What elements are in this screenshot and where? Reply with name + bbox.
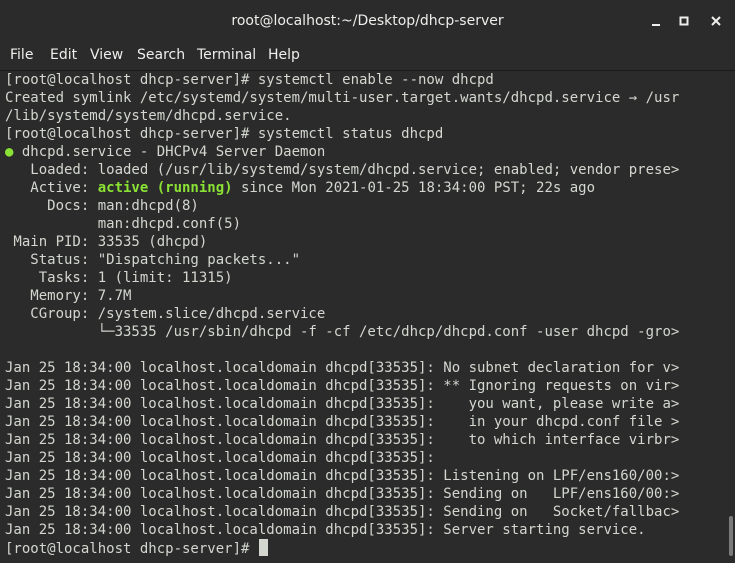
terminal-line: Created symlink /etc/systemd/system/mult… [5, 89, 725, 107]
terminal-line: Memory: 7.7M [5, 287, 725, 305]
maximize-button[interactable] [674, 12, 694, 32]
terminal-text: Jan 25 18:34:00 localhost.localdomain dh… [5, 522, 646, 538]
terminal-line: [root@localhost dhcp-server]# systemctl … [5, 125, 725, 143]
terminal-text: Jan 25 18:34:00 localhost.localdomain dh… [5, 414, 680, 430]
terminal-text: CGroup: /system.slice/dhcpd.service [5, 306, 326, 322]
menu-terminal[interactable]: Terminal [195, 47, 258, 63]
terminal-line: ● dhcpd.service - DHCPv4 Server Daemon [5, 143, 725, 161]
terminal-text: man:dhcpd.conf(5) [5, 216, 242, 232]
scrollbar-thumb[interactable] [729, 516, 733, 556]
window-title: root@localhost:~/Desktop/dhcp-server [231, 13, 504, 29]
terminal-line: Status: "Dispatching packets..." [5, 251, 725, 269]
terminal-text: Main PID: 33535 (dhcpd) [5, 234, 208, 250]
shell-prompt: [root@localhost dhcp-server]# [5, 541, 258, 557]
minimize-icon [652, 24, 660, 26]
terminal-line: Jan 25 18:34:00 localhost.localdomain dh… [5, 485, 725, 503]
terminal-line: Jan 25 18:34:00 localhost.localdomain dh… [5, 467, 725, 485]
terminal-line: Main PID: 33535 (dhcpd) [5, 233, 725, 251]
terminal-line: CGroup: /system.slice/dhcpd.service [5, 305, 725, 323]
terminal-text: Created symlink /etc/systemd/system/mult… [5, 90, 680, 106]
menu-search[interactable]: Search [135, 47, 187, 63]
terminal-line: [root@localhost dhcp-server]# systemctl … [5, 71, 725, 89]
terminal-text: Status: "Dispatching packets..." [5, 252, 301, 268]
terminal-line: └─33535 /usr/sbin/dhcpd -f -cf /etc/dhcp… [5, 323, 725, 341]
terminal-text: Jan 25 18:34:00 localhost.localdomain dh… [5, 450, 435, 466]
terminal-line: Jan 25 18:34:00 localhost.localdomain dh… [5, 431, 725, 449]
prompt-line[interactable]: [root@localhost dhcp-server]# [5, 539, 725, 557]
terminal-text: [root@localhost dhcp-server]# systemctl … [5, 72, 494, 88]
terminal-line: /lib/systemd/system/dhcpd.service. [5, 107, 725, 125]
terminal-line: Active: active (running) since Mon 2021-… [5, 179, 725, 197]
terminal-text: Loaded: loaded (/usr/lib/systemd/system/… [5, 162, 680, 178]
terminal-text: Active: [5, 180, 98, 196]
minimize-button[interactable] [646, 12, 666, 32]
terminal-line: Jan 25 18:34:00 localhost.localdomain dh… [5, 503, 725, 521]
terminal-text: Jan 25 18:34:00 localhost.localdomain dh… [5, 486, 680, 502]
terminal-line: Jan 25 18:34:00 localhost.localdomain dh… [5, 377, 725, 395]
terminal-text: Jan 25 18:34:00 localhost.localdomain dh… [5, 504, 680, 520]
terminal-text: since Mon 2021-01-25 18:34:00 PST; 22s a… [232, 180, 596, 196]
terminal-line: Jan 25 18:34:00 localhost.localdomain dh… [5, 395, 725, 413]
title-bar[interactable]: root@localhost:~/Desktop/dhcp-server [0, 0, 735, 45]
terminal-line: Jan 25 18:34:00 localhost.localdomain dh… [5, 413, 725, 431]
terminal-line: Tasks: 1 (limit: 11315) [5, 269, 725, 287]
terminal-text: dhcpd.service - DHCPv4 Server Daemon [13, 144, 326, 160]
terminal-output[interactable]: [root@localhost dhcp-server]# systemctl … [0, 71, 735, 563]
terminal-text: Jan 25 18:34:00 localhost.localdomain dh… [5, 432, 680, 448]
terminal-line: Jan 25 18:34:00 localhost.localdomain dh… [5, 359, 725, 377]
terminal-text: Jan 25 18:34:00 localhost.localdomain dh… [5, 396, 680, 412]
terminal-line: Loaded: loaded (/usr/lib/systemd/system/… [5, 161, 725, 179]
menu-bar: File Edit View Search Terminal Help [0, 44, 735, 71]
terminal-text: └─33535 /usr/sbin/dhcpd -f -cf /etc/dhcp… [5, 324, 680, 340]
text-cursor [258, 539, 268, 556]
close-icon [711, 16, 721, 26]
terminal-text: Tasks: 1 (limit: 11315) [5, 270, 233, 286]
terminal-text: Docs: man:dhcpd(8) [5, 198, 199, 214]
close-button[interactable] [706, 12, 726, 32]
terminal-window: root@localhost:~/Desktop/dhcp-server Fil… [0, 0, 735, 563]
terminal-text: Memory: 7.7M [5, 288, 132, 304]
terminal-text: /lib/systemd/system/dhcpd.service. [5, 108, 292, 124]
menu-edit[interactable]: Edit [48, 47, 79, 63]
terminal-text: Jan 25 18:34:00 localhost.localdomain dh… [5, 468, 680, 484]
terminal-line: Jan 25 18:34:00 localhost.localdomain dh… [5, 449, 725, 467]
terminal-text: Jan 25 18:34:00 localhost.localdomain dh… [5, 378, 680, 394]
menu-file[interactable]: File [8, 47, 35, 63]
terminal-line: Docs: man:dhcpd(8) [5, 197, 725, 215]
menu-view[interactable]: View [88, 47, 125, 63]
terminal-lines: [root@localhost dhcp-server]# systemctl … [5, 71, 725, 557]
terminal-line: Jan 25 18:34:00 localhost.localdomain dh… [5, 521, 725, 539]
status-active-text: active (running) [97, 180, 233, 196]
terminal-text: [root@localhost dhcp-server]# systemctl … [5, 126, 444, 142]
terminal-text: Jan 25 18:34:00 localhost.localdomain dh… [5, 360, 680, 376]
menu-help[interactable]: Help [266, 47, 302, 63]
maximize-icon [679, 16, 689, 26]
terminal-line: man:dhcpd.conf(5) [5, 215, 725, 233]
